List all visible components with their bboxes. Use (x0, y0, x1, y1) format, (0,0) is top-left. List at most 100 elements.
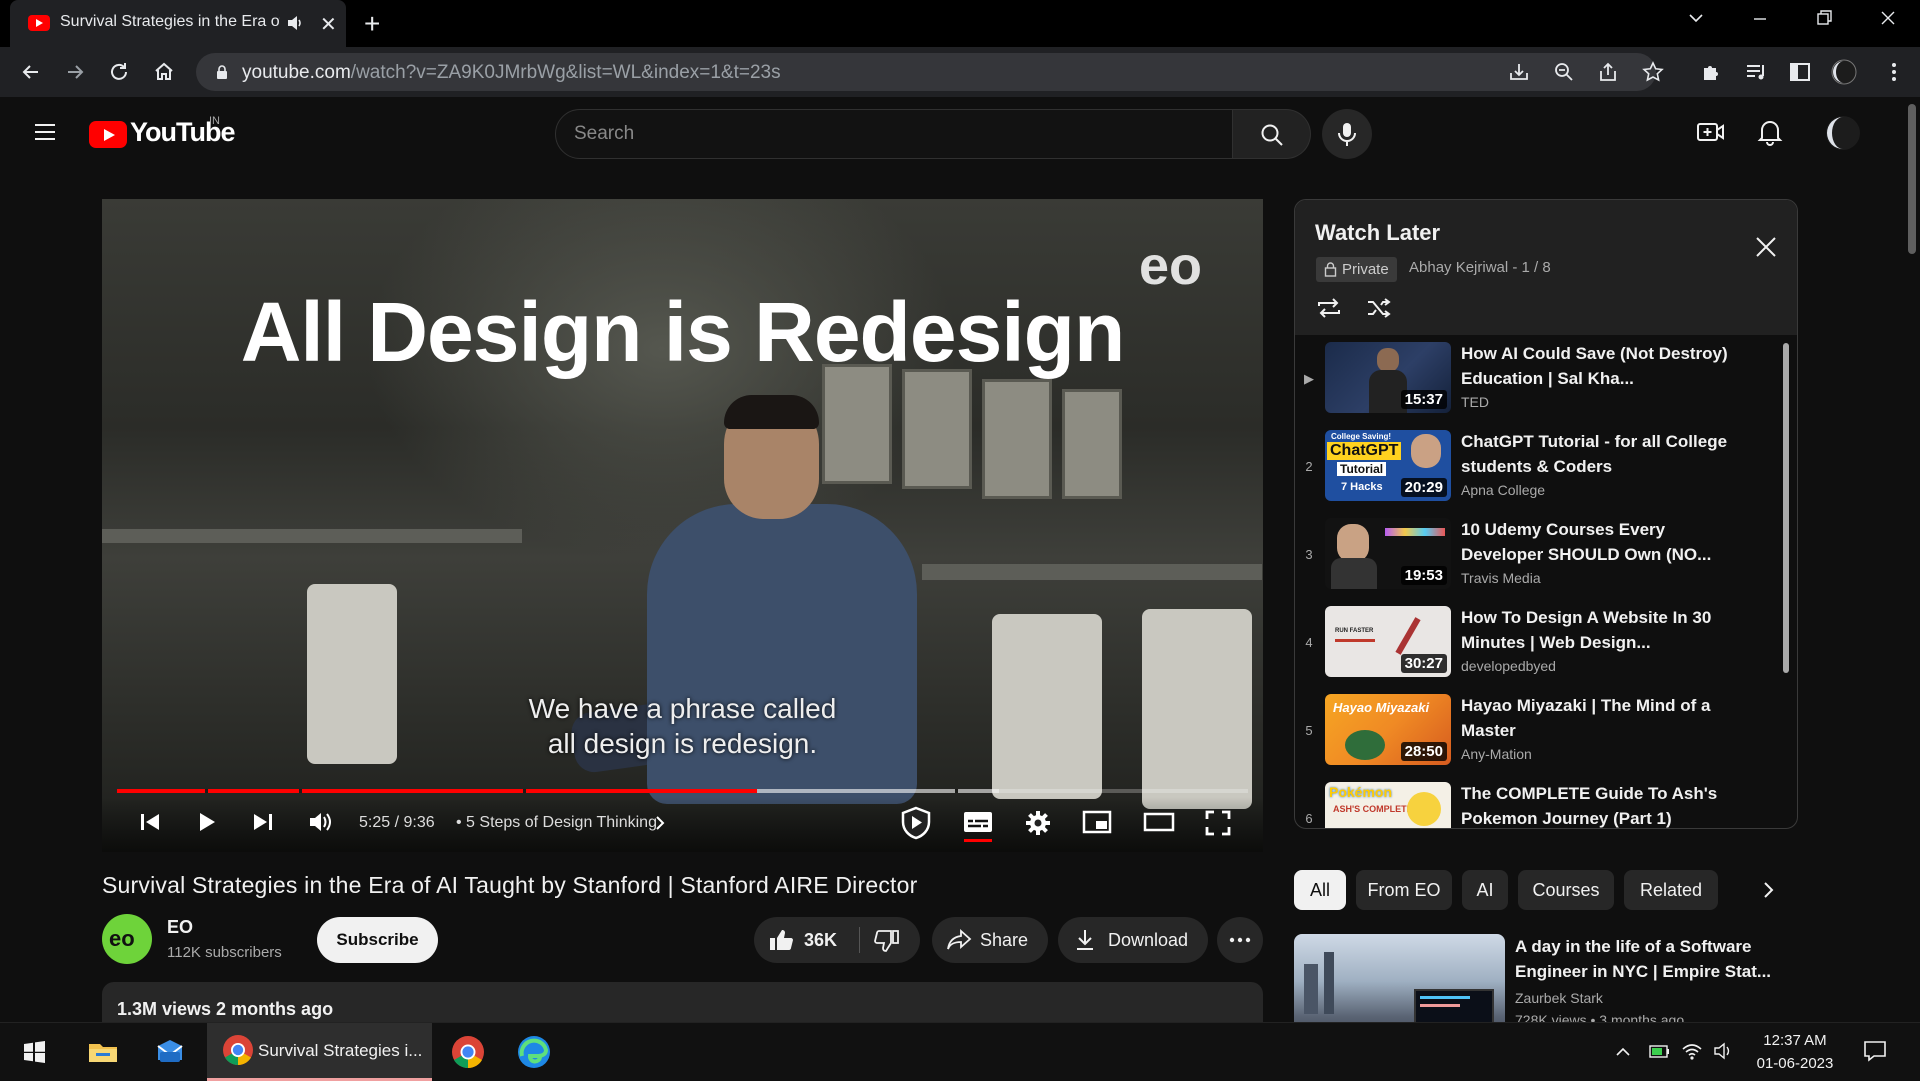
like-count[interactable]: 36K (804, 917, 837, 963)
tab-close-icon[interactable]: ✕ (320, 12, 337, 37)
outlook-mail-icon[interactable] (150, 1032, 190, 1072)
playlist-item-channel[interactable]: Travis Media (1461, 570, 1541, 586)
playlist-owner-position[interactable]: Abhay Kejriwal - 1 / 8 (1409, 259, 1551, 276)
video-thumbnail[interactable]: College Saving! ChatGPT Tutorial 7 Hacks… (1325, 430, 1451, 501)
edge-browser-icon[interactable] (514, 1032, 554, 1072)
home-icon[interactable] (151, 59, 177, 85)
dislike-thumb-icon[interactable] (874, 929, 900, 953)
tab-search-chevron-icon[interactable] (1686, 8, 1706, 28)
chip-related[interactable]: Related (1624, 870, 1718, 910)
playlist-item-title[interactable]: Hayao Miyazaki | The Mind of a Master (1461, 693, 1751, 743)
playlist-item-channel[interactable]: Apna College (1461, 482, 1545, 498)
wifi-icon[interactable] (1681, 1041, 1703, 1061)
playlist-item-channel[interactable]: Any-Mation (1461, 746, 1532, 762)
search-button[interactable] (1233, 109, 1311, 159)
address-bar[interactable]: youtube.com/watch?v=ZA9K0JMrbWg&list=WL&… (196, 53, 1664, 91)
chip-courses[interactable]: Courses (1518, 870, 1614, 910)
playlist-item-title[interactable]: How To Design A Website In 30 Minutes | … (1461, 605, 1751, 655)
playlist-item[interactable]: 2 College Saving! ChatGPT Tutorial 7 Hac… (1295, 424, 1785, 512)
fullscreen-icon[interactable] (1204, 809, 1232, 837)
back-arrow-icon[interactable] (18, 59, 44, 85)
channel-name[interactable]: EO (167, 917, 193, 938)
media-control-icon[interactable] (1743, 59, 1769, 85)
playlist-title[interactable]: Watch Later (1315, 220, 1440, 246)
settings-gear-icon[interactable] (1024, 809, 1052, 837)
speaker-volume-icon[interactable] (1713, 1041, 1735, 1061)
create-video-icon[interactable] (1696, 119, 1726, 145)
shuffle-icon[interactable] (1365, 295, 1393, 321)
next-icon[interactable] (250, 809, 276, 835)
playlist-item[interactable]: 3 19:53 10 Udemy Courses Every Developer… (1295, 512, 1785, 600)
url-text[interactable]: youtube.com/watch?v=ZA9K0JMrbWg&list=WL&… (242, 62, 781, 84)
playlist-item[interactable]: 4 RUN FASTER 30:27 How To Design A Websi… (1295, 600, 1785, 688)
browser-menu-icon[interactable] (1881, 59, 1907, 85)
chrome-icon[interactable] (448, 1032, 488, 1072)
extensions-puzzle-icon[interactable] (1699, 59, 1725, 85)
restore-icon[interactable] (1814, 8, 1834, 28)
theater-mode-icon[interactable] (1143, 809, 1175, 835)
download-button[interactable]: Download (1058, 917, 1208, 963)
reload-icon[interactable] (106, 59, 132, 85)
chapter-title[interactable]: • 5 Steps of Design Thinking (456, 814, 657, 832)
chip-ai[interactable]: AI (1462, 870, 1508, 910)
side-panel-icon[interactable] (1787, 59, 1813, 85)
install-app-icon[interactable] (1508, 61, 1530, 83)
playlist-item-title[interactable]: 10 Udemy Courses Every Developer SHOULD … (1461, 517, 1751, 567)
sponsorblock-shield-icon[interactable] (898, 805, 934, 841)
minimize-icon[interactable] (1750, 8, 1770, 28)
playlist-item-title[interactable]: ChatGPT Tutorial - for all College stude… (1461, 429, 1751, 479)
playlist-item[interactable]: ▶ 15:37 How AI Could Save (Not Destroy) … (1295, 336, 1785, 424)
video-thumbnail[interactable]: RUN FASTER 30:27 (1325, 606, 1451, 677)
playlist-item-channel[interactable]: developedbyed (1461, 658, 1556, 674)
forward-arrow-icon[interactable] (62, 59, 88, 85)
playlist-item-title[interactable]: How AI Could Save (Not Destroy) Educatio… (1461, 341, 1751, 391)
search-input[interactable]: Search (555, 109, 1233, 159)
windows-start-icon[interactable] (14, 1032, 54, 1072)
loop-icon[interactable] (1315, 295, 1343, 321)
close-playlist-icon[interactable] (1753, 234, 1779, 260)
profile-avatar[interactable] (1831, 59, 1857, 85)
progress-bar[interactable] (117, 789, 1248, 793)
related-video-title[interactable]: A day in the life of a Software Engineer… (1515, 934, 1775, 984)
chip-from-eo[interactable]: From EO (1356, 870, 1452, 910)
tab-audio-icon[interactable] (285, 13, 305, 33)
youtube-logo-icon[interactable] (89, 121, 127, 148)
notification-center-icon[interactable] (1862, 1038, 1888, 1064)
tray-chevron-up-icon[interactable] (1614, 1043, 1632, 1061)
lock-icon[interactable] (214, 64, 230, 80)
page-scrollbar[interactable] (1908, 104, 1916, 254)
video-thumbnail[interactable]: 19:53 (1325, 518, 1451, 589)
chevron-right-icon[interactable] (654, 815, 666, 831)
browser-tab-active[interactable]: Survival Strategies in the Era of AI Tau… (10, 0, 346, 47)
playlist-item-title[interactable]: The COMPLETE Guide To Ash's Pokemon Jour… (1461, 781, 1751, 828)
notifications-bell-icon[interactable] (1757, 118, 1783, 146)
share-page-icon[interactable] (1597, 61, 1619, 83)
file-explorer-icon[interactable] (83, 1032, 123, 1072)
battery-charging-icon[interactable] (1648, 1041, 1672, 1061)
play-icon[interactable] (194, 809, 220, 835)
account-avatar[interactable] (1825, 115, 1861, 151)
taskbar-clock[interactable]: 12:37 AM 01-06-2023 (1740, 1029, 1850, 1075)
subtitles-cc-icon[interactable] (963, 809, 993, 835)
playlist-item-channel[interactable]: TED (1461, 394, 1489, 410)
zoom-icon[interactable] (1553, 61, 1575, 83)
chips-next-chevron-icon[interactable] (1758, 880, 1778, 900)
subscribe-button[interactable]: Subscribe (317, 917, 438, 963)
video-thumbnail[interactable]: 15:37 (1325, 342, 1451, 413)
channel-avatar[interactable]: eo (102, 914, 152, 964)
previous-icon[interactable] (137, 809, 163, 835)
more-actions-button[interactable] (1217, 917, 1263, 963)
video-player[interactable]: eo All Design is Redesign We have a phra… (102, 199, 1263, 852)
playlist-item[interactable]: 5 Hayao Miyazaki 28:50 Hayao Miyazaki | … (1295, 688, 1785, 776)
playlist-item[interactable]: 6 Pokémon ASH'S COMPLETE The COMPLETE Gu… (1295, 776, 1785, 828)
related-video-channel[interactable]: Zaurbek Stark (1515, 990, 1603, 1006)
miniplayer-icon[interactable] (1082, 809, 1112, 835)
voice-search-button[interactable] (1322, 109, 1372, 159)
window-close-icon[interactable] (1878, 8, 1898, 28)
guide-menu-icon[interactable] (32, 119, 58, 145)
like-thumb-icon[interactable] (768, 928, 794, 952)
share-button[interactable]: Share (932, 917, 1048, 963)
video-thumbnail[interactable]: Pokémon ASH'S COMPLETE (1325, 782, 1451, 828)
video-thumbnail[interactable]: Hayao Miyazaki 28:50 (1325, 694, 1451, 765)
taskbar-chrome-window[interactable]: Survival Strategies i... (207, 1023, 432, 1081)
